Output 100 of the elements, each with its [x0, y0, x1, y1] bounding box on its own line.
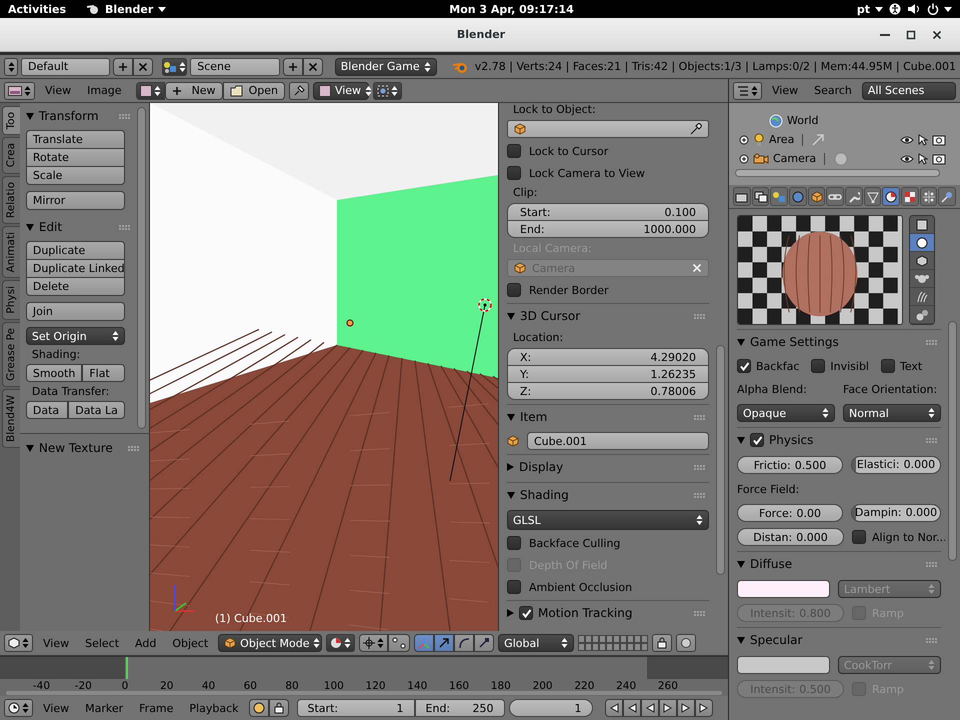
tool-shelf-tab[interactable]: Physi [2, 280, 20, 320]
clock[interactable]: Mon 3 Apr, 09:17:14 [172, 2, 851, 16]
dropdown[interactable]: Normal [843, 404, 941, 422]
menu-item[interactable]: Select [79, 636, 126, 650]
new-image-button[interactable]: New [164, 82, 223, 100]
mode-dropdown[interactable]: Object Mode [218, 634, 322, 652]
manipulator-button[interactable] [474, 634, 494, 652]
slider[interactable]: Elastici: 0.000 [851, 456, 941, 474]
collapse-arrow-icon[interactable] [737, 636, 745, 644]
scene-selector-button[interactable] [162, 58, 188, 76]
properties-tab[interactable] [920, 187, 938, 206]
power-menu[interactable] [927, 3, 952, 15]
tool-button[interactable]: Scale [26, 166, 125, 185]
editor-type-button[interactable] [733, 82, 762, 100]
pin-button[interactable] [288, 82, 309, 100]
panel-title[interactable]: 3D Cursor [520, 309, 689, 323]
display-mode-dropdown[interactable]: All Scenes [862, 82, 956, 100]
properties-tab[interactable] [752, 187, 770, 206]
menu-item[interactable]: View [37, 636, 76, 650]
expand-arrow-icon[interactable] [507, 463, 514, 471]
editor-type-button[interactable] [4, 699, 33, 717]
checkbox[interactable] [811, 359, 826, 373]
collapse-arrow-icon[interactable] [737, 560, 745, 568]
playback-button[interactable] [676, 699, 695, 717]
outliner-row[interactable]: Camera [729, 149, 960, 168]
playback-button[interactable] [658, 699, 677, 717]
panel-title[interactable]: Display [519, 460, 689, 474]
properties-tab[interactable] [864, 187, 882, 206]
panel-title[interactable]: Item [520, 410, 689, 424]
shading-mode-button[interactable] [326, 634, 356, 652]
scrollbar[interactable] [948, 321, 957, 561]
editor-type-button[interactable] [4, 58, 18, 76]
number-field[interactable]: Distan: 0.000 [737, 528, 844, 546]
layer-lock-button[interactable] [652, 634, 672, 652]
scrollbar[interactable] [716, 345, 725, 575]
tool-button[interactable]: Mirror [26, 191, 125, 210]
checkbox[interactable] [507, 580, 521, 594]
properties-tab[interactable] [882, 187, 900, 206]
menu-item[interactable]: View [766, 84, 804, 97]
add-scene-button[interactable] [282, 58, 303, 76]
render-engine-dropdown[interactable]: Blender Game [334, 58, 437, 76]
scrollbar[interactable] [137, 107, 146, 429]
delete-layout-button[interactable] [132, 58, 153, 76]
properties-tab[interactable] [826, 187, 844, 206]
playback-button[interactable] [640, 699, 659, 717]
playback-button[interactable] [604, 699, 623, 717]
tool-shelf-tab[interactable]: Relatio [2, 176, 20, 224]
preview-shape-button[interactable] [910, 216, 934, 234]
tool-shelf-tab[interactable]: Crea [2, 137, 20, 174]
checkbox[interactable] [507, 166, 521, 180]
object-field[interactable] [507, 120, 709, 138]
manipulator-button[interactable] [434, 634, 454, 652]
color-swatch[interactable] [737, 580, 830, 598]
current-frame-field[interactable]: 1 [508, 699, 593, 717]
collapse-arrow-icon[interactable] [737, 338, 745, 346]
panel-title[interactable]: Physics [769, 433, 921, 447]
activities-button[interactable]: Activities [8, 2, 66, 16]
name-field[interactable]: Cube.001 [527, 432, 709, 450]
manipulator-button[interactable] [454, 634, 474, 652]
dropdown[interactable]: Opaque [737, 404, 835, 422]
delete-scene-button[interactable] [302, 58, 323, 76]
color-swatch[interactable] [737, 656, 830, 674]
orientation-dropdown[interactable]: Global [498, 634, 574, 652]
shading-dropdown[interactable]: GLSL [507, 510, 709, 530]
menu-item[interactable]: View [37, 702, 76, 714]
checkbox[interactable] [519, 606, 533, 620]
menu-item[interactable]: Frame [133, 702, 180, 714]
screen-layout-field[interactable]: Default [21, 58, 110, 76]
pivot-button[interactable] [359, 634, 388, 652]
outliner-row[interactable]: Area [729, 130, 960, 149]
tool-button[interactable]: Flat [82, 364, 125, 382]
editor-type-button[interactable] [4, 82, 35, 100]
tool-button[interactable]: Duplicate [26, 241, 125, 260]
checkbox[interactable] [750, 433, 764, 447]
panel-title[interactable]: New Texture [38, 441, 123, 455]
render-button[interactable] [676, 634, 696, 652]
app-menu[interactable]: Blender [86, 2, 166, 16]
menu-item[interactable]: Marker [79, 702, 130, 714]
language-menu[interactable]: pt [856, 2, 883, 16]
menu-item[interactable]: Object [166, 636, 214, 650]
menu-item[interactable]: View [39, 84, 78, 97]
preview-shape-button[interactable] [910, 288, 934, 306]
open-image-button[interactable]: Open [222, 82, 285, 100]
number-field[interactable]: Force: 0.00 [737, 504, 843, 522]
tool-button[interactable]: Rotate [26, 148, 125, 167]
checkbox[interactable] [852, 530, 866, 544]
panel-title[interactable]: Specular [750, 633, 921, 647]
menu-item[interactable]: Add [129, 636, 162, 650]
panel-title[interactable]: Shading [520, 488, 689, 502]
image-browse-button[interactable] [136, 82, 165, 100]
end-frame-field[interactable]: End: 250 [414, 699, 505, 717]
add-layout-button[interactable] [112, 58, 133, 76]
tool-button[interactable]: Delete [26, 277, 125, 296]
auto-keying-button[interactable] [248, 699, 269, 717]
checkbox[interactable] [507, 144, 521, 158]
panel-title[interactable]: Game Settings [750, 335, 921, 349]
number-field[interactable]: Z: 0.78006 [507, 382, 709, 400]
pivot-center-button[interactable] [388, 634, 410, 652]
properties-tab[interactable] [733, 187, 751, 206]
menu-item[interactable]: Image [81, 84, 128, 97]
